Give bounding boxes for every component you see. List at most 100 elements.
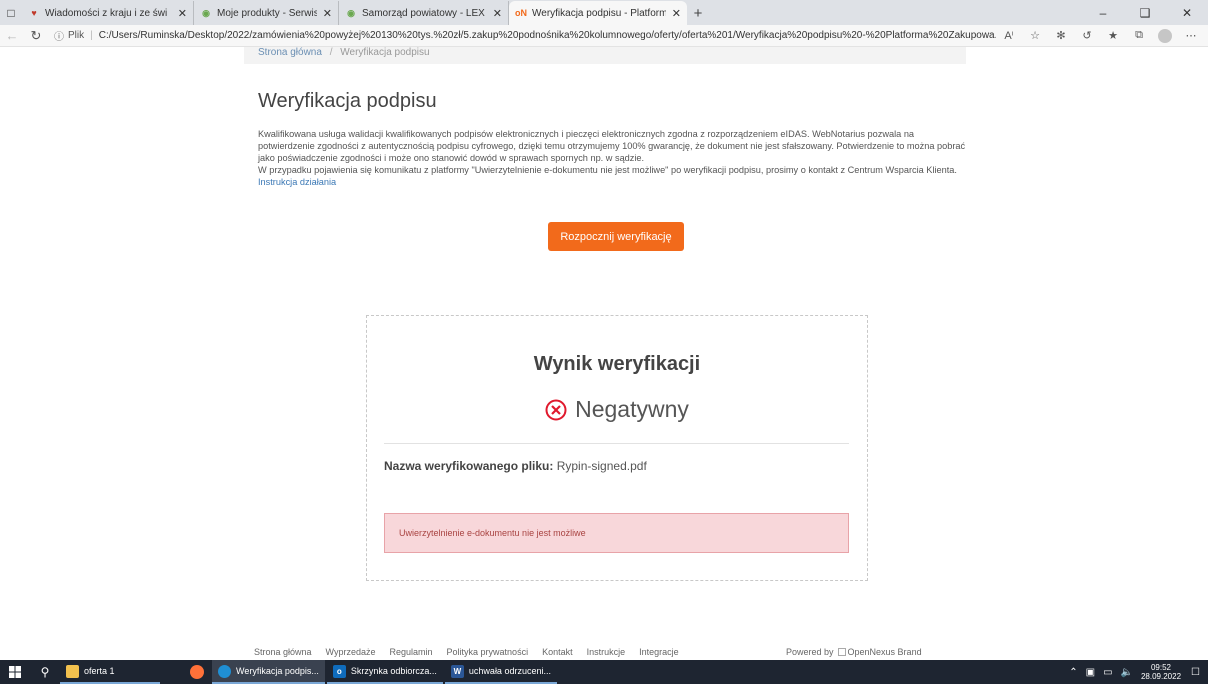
- clock[interactable]: 09:52 28.09.2022: [1141, 663, 1181, 681]
- tab-wiadomosci[interactable]: ♥ Wiadomości z kraju i ze świ ✕: [22, 1, 194, 25]
- verified-file-row: Nazwa weryfikowanego pliku: Rypin-signed…: [384, 459, 647, 473]
- info-icon[interactable]: ⓘ: [54, 28, 64, 43]
- description: Kwalifikowana usługa walidacji kwalifiko…: [258, 128, 970, 188]
- taskbar-app-label: Weryfikacja podpis...: [236, 666, 319, 676]
- tab-actions-icon[interactable]: □: [0, 0, 22, 25]
- tab-weryfikacja[interactable]: oN Weryfikacja podpisu - Platforma ✕: [509, 1, 687, 25]
- refresh-icon[interactable]: ↻: [24, 25, 48, 47]
- tab-label: Wiadomości z kraju i ze świ: [45, 7, 168, 19]
- tab-label: Weryfikacja podpisu - Platforma: [532, 7, 666, 19]
- tab-label: Samorząd powiatowy - LEX: [362, 7, 485, 19]
- taskbar-app-label: oferta 1: [84, 666, 115, 676]
- favorites-icon[interactable]: ★: [1100, 29, 1126, 42]
- word-icon: W: [450, 664, 464, 678]
- footer-link-contact[interactable]: Kontakt: [542, 647, 573, 657]
- display-icon[interactable]: ▭: [1103, 667, 1112, 678]
- url-scheme-label: Plik: [68, 30, 85, 41]
- verification-result-panel: Wynik weryfikacji Negatywny Nazwa weryfi…: [366, 315, 868, 581]
- folder-icon: [66, 664, 79, 678]
- powered-by-label: Powered by: [786, 646, 834, 657]
- divider: [384, 443, 849, 444]
- taskbar-app-outlook[interactable]: o Skrzynka odbiorcza...: [326, 660, 443, 684]
- page-footer: Strona główna Wyprzedaże Regulamin Polit…: [0, 643, 1208, 660]
- network-icon[interactable]: ▣: [1086, 667, 1095, 678]
- refresh-extension-icon[interactable]: ↺: [1074, 29, 1100, 42]
- edge-icon: [218, 664, 231, 678]
- description-paragraph-1: Kwalifikowana usługa walidacji kwalifiko…: [258, 129, 966, 164]
- error-alert: Uwierzytelnienie e-dokumentu nie jest mo…: [384, 513, 849, 553]
- tab-moje-produkty[interactable]: ◉ Moje produkty - Serwis logowan ✕: [194, 1, 339, 25]
- taskbar-app-word[interactable]: W uchwała odrzuceni...: [444, 660, 557, 684]
- favorite-add-icon[interactable]: ☆: [1022, 29, 1048, 42]
- windows-start-icon[interactable]: [0, 660, 30, 684]
- result-status: Negatywny: [367, 396, 867, 423]
- notifications-icon[interactable]: ☐: [1191, 667, 1200, 678]
- breadcrumb: Strona główna / Weryfikacja podpisu: [244, 47, 966, 64]
- close-icon[interactable]: ✕: [323, 7, 332, 20]
- brand-alt-text: OpenNexus Brand: [847, 646, 922, 657]
- new-tab-icon[interactable]: +: [687, 1, 709, 25]
- extension-icon[interactable]: ✻: [1048, 29, 1074, 42]
- browser-tab-strip: □ ♥ Wiadomości z kraju i ze świ ✕ ◉ Moje…: [0, 0, 1208, 25]
- taskbar-app-folder[interactable]: oferta 1: [60, 660, 160, 684]
- url-text: C:/Users/Ruminska/Desktop/2022/zamówieni…: [98, 30, 996, 41]
- read-aloud-icon[interactable]: Aⁱ: [996, 29, 1022, 42]
- close-icon[interactable]: ✕: [672, 7, 681, 20]
- file-label: Nazwa weryfikowanego pliku:: [384, 459, 554, 473]
- back-icon[interactable]: ←: [0, 25, 24, 47]
- start-verification-button[interactable]: Rozpocznij weryfikację: [548, 222, 684, 251]
- page-title: Weryfikacja podpisu: [258, 90, 437, 112]
- breadcrumb-home-link[interactable]: Strona główna: [258, 47, 322, 58]
- error-circle-icon: [545, 399, 567, 420]
- address-bar: ← ↻ ⓘ Plik | C:/Users/Ruminska/Desktop/2…: [0, 25, 1208, 47]
- volume-icon[interactable]: 🔈: [1121, 667, 1133, 678]
- maximize-icon[interactable]: ❑: [1124, 0, 1166, 25]
- file-name: Rypin-signed.pdf: [556, 459, 647, 473]
- clock-date: 28.09.2022: [1140, 672, 1182, 681]
- system-tray: ⌃ ▣ ▭ 🔈 09:52 28.09.2022 ☐: [1069, 660, 1208, 684]
- footer-link-terms[interactable]: Regulamin: [390, 647, 433, 657]
- footer-link-instructions[interactable]: Instrukcje: [587, 647, 626, 657]
- instructions-link[interactable]: Instrukcja działania: [258, 177, 336, 187]
- lex-icon: ◉: [347, 7, 355, 18]
- close-icon[interactable]: ✕: [178, 7, 187, 20]
- taskbar-app-label: Skrzynka odbiorcza...: [350, 666, 437, 676]
- broken-image-icon: [837, 647, 846, 656]
- profile-avatar[interactable]: [1152, 28, 1178, 43]
- on-icon: oN: [515, 8, 527, 18]
- browser-toolbar: Aⁱ ☆ ✻ ↺ ★ ⧉ ⋯: [996, 28, 1204, 43]
- minimize-icon[interactable]: –: [1082, 0, 1124, 25]
- taskbar-app-label: uchwała odrzuceni...: [468, 666, 551, 676]
- speaker-icon: ♥: [31, 8, 37, 18]
- footer-link-sales[interactable]: Wyprzedaże: [326, 647, 376, 657]
- taskbar-app-edge[interactable]: Weryfikacja podpis...: [212, 660, 325, 684]
- firefox-icon[interactable]: [182, 660, 212, 684]
- breadcrumb-current: Weryfikacja podpisu: [340, 47, 430, 58]
- url-separator: |: [90, 30, 93, 41]
- url-field[interactable]: ⓘ Plik | C:/Users/Ruminska/Desktop/2022/…: [54, 28, 996, 43]
- footer-links: Strona główna Wyprzedaże Regulamin Polit…: [254, 647, 693, 657]
- search-icon[interactable]: ⚲: [30, 660, 60, 684]
- windows-logo: [9, 666, 21, 678]
- clock-time: 09:52: [1150, 663, 1172, 672]
- close-window-icon[interactable]: ✕: [1166, 0, 1208, 25]
- close-icon[interactable]: ✕: [493, 7, 502, 20]
- globe-icon: ◉: [202, 7, 210, 18]
- footer-link-privacy[interactable]: Polityka prywatności: [447, 647, 529, 657]
- window-controls: – ❑ ✕: [1082, 0, 1208, 25]
- tab-lex[interactable]: ◉ Samorząd powiatowy - LEX ✕: [339, 1, 509, 25]
- footer-link-home[interactable]: Strona główna: [254, 647, 312, 657]
- outlook-icon: o: [332, 664, 346, 678]
- brand-logo[interactable]: OpenNexus Brand: [837, 646, 922, 657]
- breadcrumb-separator: /: [329, 47, 333, 58]
- status-text: Negatywny: [575, 396, 689, 422]
- chevron-up-icon[interactable]: ⌃: [1069, 667, 1077, 678]
- footer-link-integrations[interactable]: Integracje: [639, 647, 679, 657]
- more-icon[interactable]: ⋯: [1178, 29, 1204, 42]
- tab-label: Moje produkty - Serwis logowan: [217, 7, 317, 19]
- taskbar: ⚲ oferta 1 Weryfikacja podpis... o Skrzy…: [0, 660, 1208, 684]
- powered-by: Powered by OpenNexus Brand: [786, 647, 922, 657]
- result-title: Wynik weryfikacji: [533, 353, 701, 375]
- description-paragraph-2: W przypadku pojawienia się komunikatu z …: [258, 165, 957, 176]
- collections-icon[interactable]: ⧉: [1126, 29, 1152, 42]
